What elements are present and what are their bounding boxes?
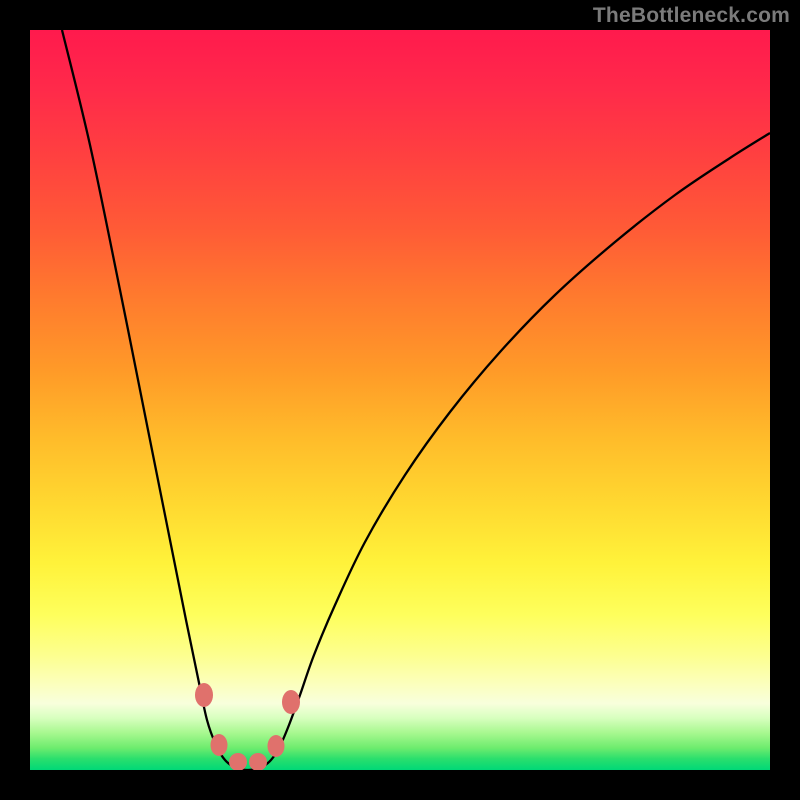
curve-marker [249,753,267,770]
watermark-text: TheBottleneck.com [593,4,790,28]
chart-stage: TheBottleneck.com [0,0,800,800]
curve-marker [268,735,285,757]
curve-marker [195,683,213,707]
curve-marker [229,753,247,770]
curve-marker [282,690,300,714]
bottleneck-curve [30,30,770,770]
plot-area [30,30,770,770]
curve-marker [211,734,228,756]
